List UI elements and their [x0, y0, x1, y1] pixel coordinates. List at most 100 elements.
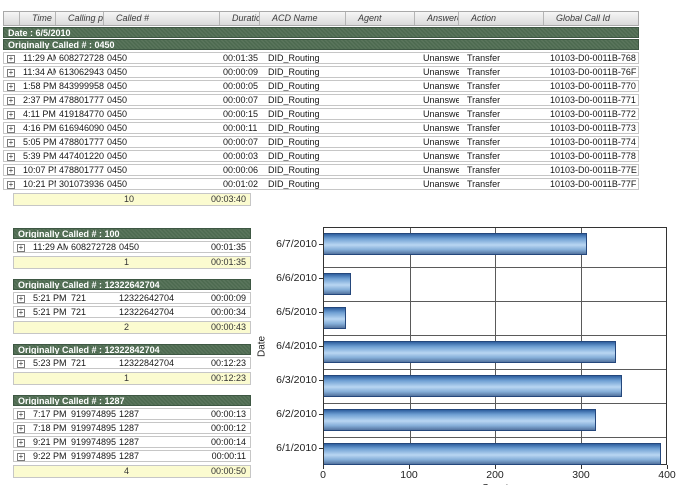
cell-acd_name: DID_Routing	[260, 95, 346, 105]
summary-spacer	[14, 194, 30, 205]
cell-action: Transfer	[459, 95, 544, 105]
column-header-answered[interactable]: Answered	[415, 12, 459, 25]
column-header-global-call-id[interactable]: Global Call Id	[544, 12, 638, 25]
cell-duration: 00:00:03	[220, 151, 260, 161]
cell-time: 5:05 PM	[20, 137, 56, 147]
column-header-acd-name[interactable]: ACD Name	[260, 12, 346, 25]
expand-icon[interactable]: +	[7, 111, 15, 119]
cell-duration: 00:00:06	[220, 165, 260, 175]
cell-action: Transfer	[459, 151, 544, 161]
group-header-bar: Originally Called # : 0450	[3, 39, 639, 50]
expand-icon[interactable]: +	[7, 97, 15, 105]
expand-icon[interactable]: +	[7, 55, 15, 63]
cell-duration: 00:00:11	[196, 451, 250, 461]
expand-icon[interactable]: +	[17, 309, 25, 317]
y-axis-label: 6/5/2010	[269, 295, 323, 329]
cell-duration: 00:00:12	[196, 423, 250, 433]
cell-duration: 00:00:05	[220, 81, 260, 91]
chart-bar	[324, 273, 351, 295]
cell-action: Transfer	[459, 179, 544, 189]
cell-global_call_id: 10103-D0-0011B-768	[544, 53, 638, 63]
expand-icon[interactable]: +	[7, 153, 15, 161]
table-row: +2:37 PM4788017770045000:00:07DID_Routin…	[3, 94, 639, 106]
cell-calling_party: 9199748952	[68, 451, 116, 461]
chart-bar	[324, 233, 587, 255]
summary-spacer	[30, 257, 68, 268]
expand-column-header	[4, 12, 20, 25]
cell-calling_party: 4474012204	[56, 151, 104, 161]
y-axis-labels: 6/7/20106/6/20106/5/20106/4/20106/3/2010…	[269, 227, 323, 465]
cell-calling_party: 721	[68, 358, 116, 368]
cell-calling_party: 6082727287	[68, 242, 116, 252]
group-header-bar: Originally Called # : 100	[13, 228, 251, 239]
cell-time: 10:07 PM	[20, 165, 56, 175]
expand-cell: +	[4, 137, 20, 147]
expand-icon[interactable]: +	[17, 411, 25, 419]
column-header-agent[interactable]: Agent	[346, 12, 415, 25]
cell-duration: 00:01:35	[220, 53, 260, 63]
y-axis-label: 6/4/2010	[269, 329, 323, 363]
cell-duration: 00:00:14	[196, 437, 250, 447]
table-row: +1:58 PM8439999581045000:00:05DID_Routin…	[3, 80, 639, 92]
expand-icon[interactable]: +	[17, 295, 25, 303]
expand-icon[interactable]: +	[17, 439, 25, 447]
expand-icon[interactable]: +	[7, 139, 15, 147]
expand-cell: +	[14, 437, 30, 447]
y-axis-label: 6/7/2010	[269, 227, 323, 261]
x-tick-label: 200	[486, 469, 504, 481]
expand-icon[interactable]: +	[17, 244, 25, 252]
group-header-bar: Originally Called # : 12322642704	[13, 279, 251, 290]
cell-calling_party: 4788017770	[56, 137, 104, 147]
table-row: +5:39 PM4474012204045000:00:03DID_Routin…	[3, 150, 639, 162]
table-header-row: TimeCalling party #Called #DurationACD N…	[3, 11, 639, 26]
expand-cell: +	[4, 151, 20, 161]
cell-global_call_id: 10103-D0-0011B-778	[544, 151, 638, 161]
cell-duration: 00:00:07	[220, 137, 260, 147]
cell-acd_name: DID_Routing	[260, 109, 346, 119]
cell-global_call_id: 10103-D0-0011B-774	[544, 137, 638, 147]
y-tick-label: 6/7/2010	[276, 238, 317, 250]
cell-time: 1:58 PM	[20, 81, 56, 91]
column-header-action[interactable]: Action	[459, 12, 544, 25]
chart-main: 6/7/20106/6/20106/5/20106/4/20106/3/2010…	[269, 227, 667, 485]
cell-action: Transfer	[459, 109, 544, 119]
expand-icon[interactable]: +	[7, 181, 15, 189]
table-row: +5:21 PM7211232264270400:00:34	[13, 306, 251, 318]
summary-spacer	[14, 466, 30, 477]
y-axis-title: Date	[255, 227, 269, 465]
cell-duration: 00:00:34	[196, 307, 250, 317]
column-header-called[interactable]: Called #	[104, 12, 220, 25]
summary-spacer	[30, 322, 68, 333]
column-header-calling-party[interactable]: Calling party #	[56, 12, 104, 25]
summary-spacer	[68, 194, 116, 205]
table-row: +7:17 PM9199748952128700:00:13	[13, 408, 251, 420]
cell-calling_party: 721	[68, 307, 116, 317]
y-tick-label: 6/4/2010	[276, 340, 317, 352]
table-row: +5:23 PM7211232284270400:12:23	[13, 357, 251, 369]
expand-icon[interactable]: +	[17, 453, 25, 461]
x-axis: 0100200300400	[323, 465, 667, 482]
cell-action: Transfer	[459, 123, 544, 133]
cell-acd_name: DID_Routing	[260, 137, 346, 147]
y-tick-label: 6/1/2010	[276, 442, 317, 454]
expand-icon[interactable]: +	[7, 167, 15, 175]
cell-called: 1287	[116, 423, 196, 433]
cell-answered: Unanswered	[415, 165, 459, 175]
cell-duration: 00:00:07	[220, 95, 260, 105]
cell-answered: Unanswered	[415, 95, 459, 105]
cell-time: 2:37 PM	[20, 95, 56, 105]
cell-calling_party: 6130629432	[56, 67, 104, 77]
expand-icon[interactable]: +	[7, 83, 15, 91]
column-header-duration[interactable]: Duration	[220, 12, 260, 25]
cell-global_call_id: 10103-D0-0011B-77F	[544, 179, 638, 189]
cell-called: 1287	[116, 437, 196, 447]
cell-calling_party: 3010739363	[56, 179, 104, 189]
expand-icon[interactable]: +	[7, 69, 15, 77]
cell-duration: 00:01:35	[196, 242, 250, 252]
expand-icon[interactable]: +	[17, 360, 25, 368]
call-report: TimeCalling party #Called #DurationACD N…	[3, 11, 639, 206]
cell-answered: Unanswered	[415, 67, 459, 77]
expand-icon[interactable]: +	[17, 425, 25, 433]
column-header-time[interactable]: Time	[20, 12, 56, 25]
expand-icon[interactable]: +	[7, 125, 15, 133]
